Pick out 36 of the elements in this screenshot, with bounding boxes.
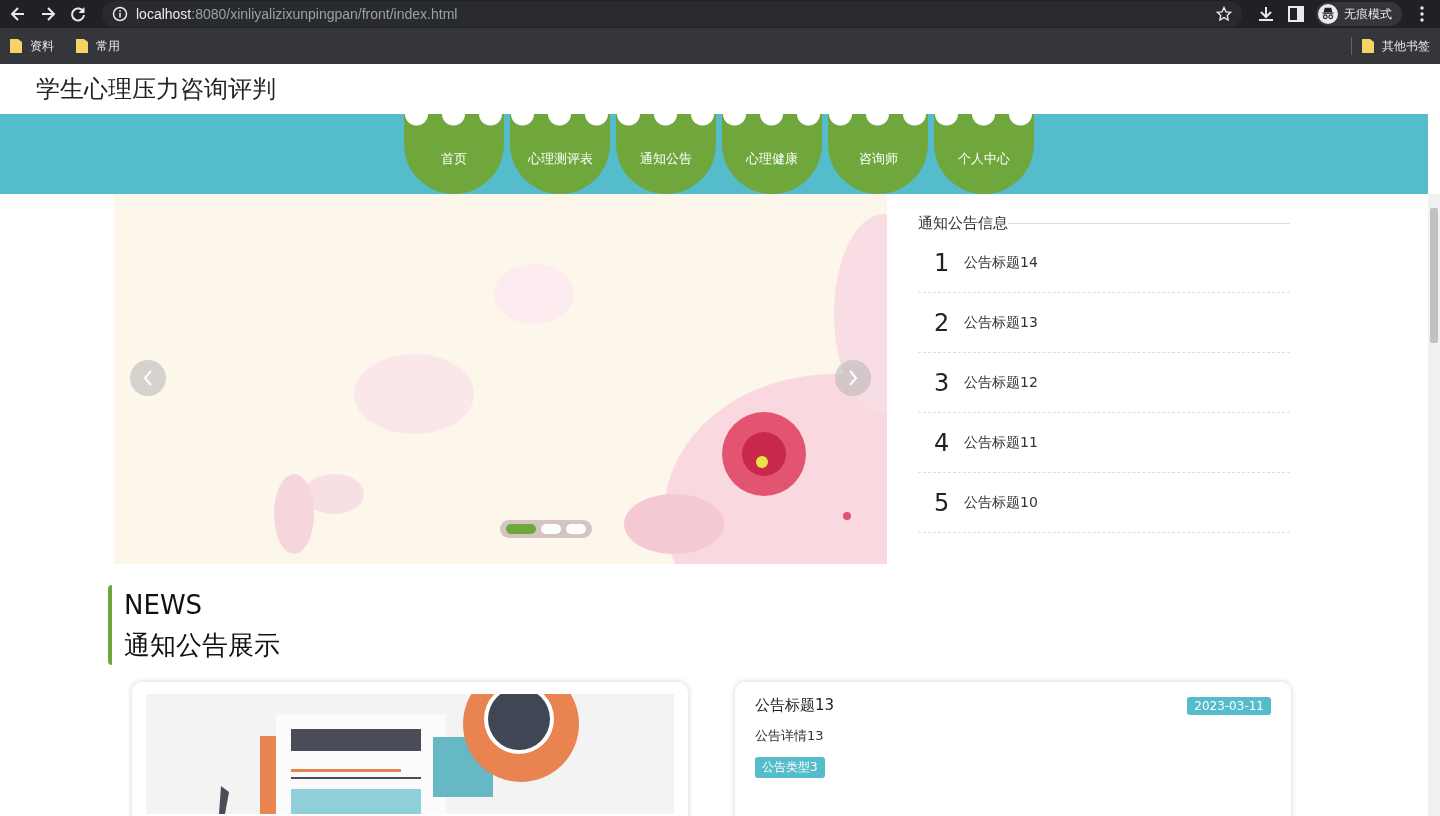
- item-number: 3: [934, 368, 950, 397]
- notice-link[interactable]: 公告标题13: [964, 313, 1038, 332]
- bookmark-item[interactable]: 常用: [76, 37, 120, 55]
- reload-icon[interactable]: [68, 4, 88, 24]
- incognito-icon: [1318, 4, 1338, 24]
- heading-text: 通知公告展示: [124, 629, 280, 662]
- notice-link[interactable]: 公告标题14: [964, 253, 1038, 272]
- notice-link[interactable]: 公告标题12: [964, 373, 1038, 392]
- address-bar[interactable]: localhost:8080/xinliyalizixunpingpan/front/index.html: [102, 1, 1242, 27]
- panel-title: 通知公告信息: [918, 214, 1008, 233]
- card-detail: 公告详情13: [755, 727, 824, 745]
- folder-icon: [76, 39, 88, 53]
- folder-icon: [1362, 39, 1374, 53]
- other-bookmarks[interactable]: 其他书签: [1362, 37, 1430, 55]
- chevron-right-icon: [847, 368, 859, 388]
- side-panel-icon[interactable]: [1286, 4, 1306, 24]
- info-icon[interactable]: [112, 6, 128, 22]
- notice-link[interactable]: 公告标题11: [964, 433, 1038, 452]
- incognito-button[interactable]: 无痕模式: [1316, 2, 1402, 26]
- item-number: 4: [934, 428, 950, 457]
- bookmark-item[interactable]: 资料: [10, 37, 54, 55]
- scrollbar[interactable]: [1428, 194, 1440, 816]
- date-tag: 2023-03-11: [1187, 696, 1271, 715]
- type-tag: 公告类型3: [755, 757, 825, 778]
- download-icon[interactable]: [1256, 4, 1276, 24]
- card-title[interactable]: 公告标题13: [755, 696, 835, 715]
- chevron-left-icon: [142, 368, 154, 388]
- item-number: 2: [934, 308, 950, 337]
- star-icon[interactable]: [1216, 6, 1232, 22]
- notice-link[interactable]: 公告标题10: [964, 493, 1038, 512]
- heading-en: NEWS: [124, 589, 204, 622]
- item-number: 1: [934, 248, 950, 277]
- folder-icon: [10, 39, 22, 53]
- url-text: localhost:8080/xinliyalizixunpingpan/front/index.html: [136, 6, 459, 22]
- site-title: 学生心理压力咨询评判: [36, 74, 276, 105]
- item-number: 5: [934, 488, 950, 517]
